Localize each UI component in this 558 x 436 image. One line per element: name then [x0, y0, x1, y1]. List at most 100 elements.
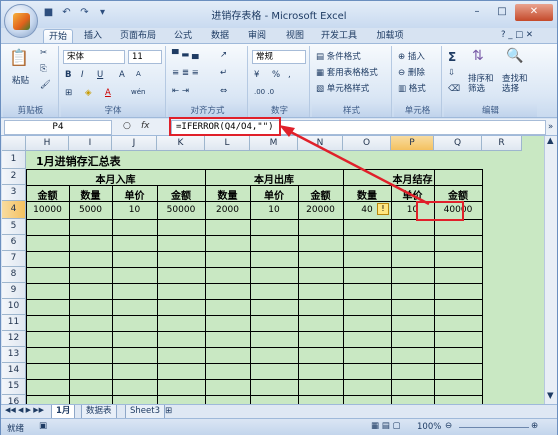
row-header-2[interactable]: 2: [2, 169, 26, 185]
select-all-corner[interactable]: [2, 136, 26, 151]
view-buttons-icon[interactable]: ▦ ▤ ▢: [371, 421, 401, 431]
tab-view[interactable]: 视图: [281, 29, 309, 44]
wrap-text-icon[interactable]: ↵: [220, 68, 227, 78]
conditional-format-button[interactable]: ▤ 条件格式: [316, 50, 361, 62]
fill-icon[interactable]: ⇩: [448, 68, 455, 78]
name-box[interactable]: P4: [4, 120, 112, 135]
worksheet-grid[interactable]: HIJKLMNOPQR12345678910111213141516171月进销…: [2, 136, 552, 404]
align-center-icon[interactable]: ≡ ≣ ≡: [172, 68, 199, 78]
format-painter-icon[interactable]: 🖌: [40, 80, 51, 90]
tab-data[interactable]: 数据: [206, 29, 234, 44]
close-button[interactable]: ✕: [515, 4, 553, 21]
format-cells-button[interactable]: ▥ 格式: [398, 82, 426, 94]
row-header-3[interactable]: 3: [2, 185, 26, 201]
column-header-J[interactable]: J: [112, 136, 157, 151]
scroll-up-icon[interactable]: ▲: [547, 136, 554, 146]
row-header-9[interactable]: 9: [2, 283, 26, 299]
cell-M4[interactable]: 10: [250, 205, 298, 215]
error-warning-icon[interactable]: !: [377, 203, 389, 215]
font-color-icon[interactable]: A: [105, 88, 111, 98]
font-size-box[interactable]: 11: [128, 50, 162, 64]
underline-button[interactable]: U: [97, 70, 103, 80]
expand-formula-icon[interactable]: »: [548, 122, 553, 132]
cell-H4[interactable]: 10000: [26, 205, 69, 215]
zoom-slider[interactable]: [459, 427, 529, 428]
cell-styles-button[interactable]: ▧ 单元格样式: [316, 82, 369, 94]
column-header-N[interactable]: N: [298, 136, 343, 151]
shrink-font-button[interactable]: A: [136, 70, 141, 78]
indent-icon[interactable]: ⇤ ⇥: [172, 86, 189, 96]
find-select-button[interactable]: 查找和 选择: [502, 74, 528, 94]
scroll-down-icon[interactable]: ▼: [547, 391, 554, 401]
column-header-P[interactable]: P: [391, 136, 434, 151]
phonetic-button[interactable]: wén: [131, 88, 145, 96]
sort-filter-button[interactable]: 排序和 筛选: [468, 74, 494, 94]
fill-color-icon[interactable]: ◈: [85, 88, 92, 98]
zoom-out-icon[interactable]: ⊖: [445, 421, 452, 431]
row-header-12[interactable]: 12: [2, 331, 26, 347]
sheet-tab-sheet3[interactable]: Sheet3: [125, 405, 165, 419]
merge-cells-icon[interactable]: ⇔: [220, 86, 227, 96]
font-name-box[interactable]: 宋体: [63, 50, 125, 64]
bold-button[interactable]: B: [65, 70, 71, 80]
row-header-13[interactable]: 13: [2, 347, 26, 363]
border-icon[interactable]: ⊞: [65, 88, 72, 98]
comma-button[interactable]: ,: [288, 70, 291, 80]
tab-page-layout[interactable]: 页面布局: [114, 29, 162, 44]
row-header-14[interactable]: 14: [2, 363, 26, 379]
vertical-scrollbar[interactable]: ▲ ▼: [544, 136, 557, 404]
row-header-1[interactable]: 1: [2, 151, 26, 169]
cell-J4[interactable]: 10: [112, 205, 157, 215]
tab-review[interactable]: 审阅: [243, 29, 271, 44]
format-table-button[interactable]: ▦ 套用表格格式: [316, 66, 378, 78]
row-header-6[interactable]: 6: [2, 235, 26, 251]
zoom-in-icon[interactable]: ⊕: [531, 421, 538, 431]
sheet-nav-icon[interactable]: ◀◀ ◀ ▶ ▶▶: [5, 406, 44, 414]
cell-I4[interactable]: 5000: [69, 205, 112, 215]
copy-icon[interactable]: ⎘: [40, 64, 47, 74]
decimal-icon[interactable]: .00 .0: [254, 88, 274, 96]
number-format-box[interactable]: 常规: [252, 50, 306, 64]
percent-button[interactable]: %: [272, 70, 280, 80]
row-header-15[interactable]: 15: [2, 379, 26, 395]
tab-addins[interactable]: 加载项: [371, 29, 409, 44]
cell-N4[interactable]: 20000: [298, 205, 343, 215]
cancel-icon[interactable]: ○: [123, 121, 131, 131]
column-header-O[interactable]: O: [343, 136, 391, 151]
orientation-icon[interactable]: ↗: [220, 50, 227, 60]
autosum-button[interactable]: Σ: [448, 50, 456, 64]
new-sheet-icon[interactable]: ⊞: [165, 406, 172, 416]
cell-K4[interactable]: 50000: [157, 205, 205, 215]
column-header-I[interactable]: I: [69, 136, 112, 151]
sheet-tab-jan[interactable]: 1月: [51, 405, 76, 419]
column-header-H[interactable]: H: [26, 136, 69, 151]
paste-button[interactable]: 粘贴: [12, 74, 29, 86]
tab-insert[interactable]: 插入: [79, 29, 107, 44]
column-header-L[interactable]: L: [205, 136, 250, 151]
insert-function-button[interactable]: fx: [141, 121, 150, 131]
italic-button[interactable]: I: [81, 70, 84, 80]
cut-icon[interactable]: ✂: [40, 48, 47, 58]
column-header-R[interactable]: R: [482, 136, 522, 151]
minimize-button[interactable]: –: [465, 4, 489, 21]
delete-cells-button[interactable]: ⊖ 删除: [398, 66, 425, 78]
row-header-4[interactable]: 4: [2, 201, 26, 219]
grow-font-button[interactable]: A: [119, 70, 125, 80]
zoom-level[interactable]: 100%: [417, 422, 441, 432]
macro-record-icon[interactable]: ▣: [39, 421, 47, 431]
row-header-5[interactable]: 5: [2, 219, 26, 235]
row-header-8[interactable]: 8: [2, 267, 26, 283]
insert-cells-button[interactable]: ⊕ 插入: [398, 50, 425, 62]
help-icon[interactable]: ? _ □ ✕: [501, 30, 533, 40]
cell-L4[interactable]: 2000: [205, 205, 250, 215]
row-header-10[interactable]: 10: [2, 299, 26, 315]
column-header-M[interactable]: M: [250, 136, 298, 151]
tab-formulas[interactable]: 公式: [169, 29, 197, 44]
clear-icon[interactable]: ⌫: [448, 84, 460, 94]
row-header-11[interactable]: 11: [2, 315, 26, 331]
column-header-K[interactable]: K: [157, 136, 205, 151]
align-top-icon[interactable]: ▀ ▬ ▄: [172, 50, 199, 60]
row-header-16[interactable]: 16: [2, 395, 26, 404]
column-header-Q[interactable]: Q: [434, 136, 482, 151]
maximize-button[interactable]: □: [490, 4, 514, 21]
